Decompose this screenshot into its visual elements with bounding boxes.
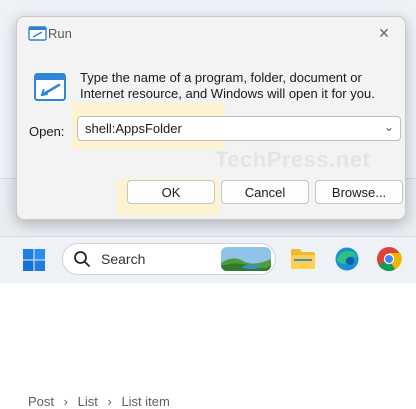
search-placeholder: Search (101, 251, 146, 267)
breadcrumb-separator: › (107, 394, 112, 409)
breadcrumb-separator: › (63, 394, 68, 409)
ok-button[interactable]: OK (127, 180, 215, 204)
file-explorer-button[interactable] (290, 248, 316, 270)
browse-button[interactable]: Browse... (315, 180, 403, 204)
file-explorer-icon (291, 249, 315, 269)
search-icon (74, 251, 90, 267)
run-large-icon (34, 73, 66, 101)
breadcrumb-item: List (77, 394, 98, 409)
cancel-button[interactable]: Cancel (221, 180, 309, 204)
taskbar-search[interactable]: Search (62, 243, 276, 275)
run-icon (28, 26, 47, 41)
edge-button[interactable] (334, 246, 360, 272)
dialog-description: Type the name of a program, folder, docu… (80, 70, 375, 101)
open-label: Open: (29, 124, 65, 139)
taskbar: Search (0, 236, 416, 283)
open-combobox[interactable]: shell:AppsFolder ⌄ (77, 116, 401, 141)
breadcrumb-item: List item (121, 394, 170, 409)
edge-icon (335, 247, 359, 271)
search-highlight-image (221, 247, 271, 271)
start-button[interactable] (22, 248, 46, 272)
close-icon: ✕ (378, 24, 390, 41)
run-dialog: Run ✕ Type the name of a program, folder… (16, 16, 406, 220)
windows-start-icon (23, 249, 45, 271)
open-input[interactable]: shell:AppsFolder (85, 121, 182, 136)
breadcrumb-item: Post (28, 394, 55, 409)
title-bar[interactable]: Run ✕ (17, 17, 405, 51)
chrome-button[interactable] (376, 246, 402, 272)
dialog-title: Run (48, 26, 72, 41)
chrome-icon (377, 247, 402, 272)
close-button[interactable]: ✕ (363, 17, 405, 49)
background-breadcrumb: Post › List › List item (28, 394, 176, 409)
chevron-down-icon[interactable]: ⌄ (384, 120, 394, 134)
